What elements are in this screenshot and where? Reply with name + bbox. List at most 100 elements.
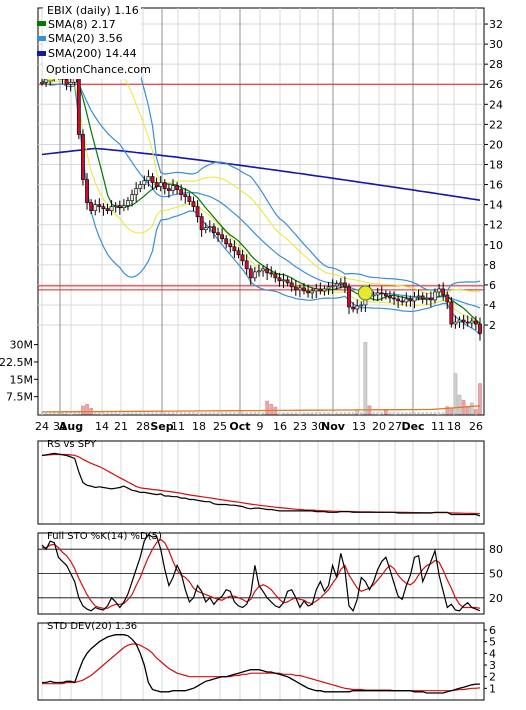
background-layer bbox=[37, 7, 485, 700]
volume-bar bbox=[290, 412, 294, 414]
candle-down bbox=[273, 273, 278, 279]
volume-bar bbox=[192, 412, 195, 414]
volume-bar bbox=[167, 412, 171, 414]
volume-bar bbox=[400, 412, 404, 414]
price-chart-title: EBIX (daily) 1.16 bbox=[47, 4, 139, 17]
volume-bar bbox=[216, 412, 220, 414]
candle-up bbox=[314, 288, 319, 292]
x-tick-label: 11 bbox=[431, 420, 445, 433]
candle-down bbox=[445, 294, 450, 303]
candle-down bbox=[379, 292, 384, 295]
x-tick-label: 14 bbox=[95, 420, 109, 433]
volume-bar bbox=[376, 412, 379, 414]
volume-bar bbox=[122, 412, 126, 414]
volume-bar bbox=[441, 412, 445, 414]
candle-down bbox=[248, 268, 253, 279]
volume-bar bbox=[302, 412, 306, 414]
candle-down bbox=[428, 297, 433, 301]
candle-down bbox=[212, 226, 216, 234]
candle-down bbox=[224, 238, 229, 245]
volume-bar bbox=[310, 412, 314, 414]
candle-down bbox=[285, 279, 290, 284]
candle-up bbox=[146, 176, 151, 181]
candle-up bbox=[113, 205, 118, 207]
signal-marker bbox=[357, 285, 373, 301]
price-tick-label: 8 bbox=[489, 259, 496, 272]
candle-down bbox=[277, 277, 282, 282]
candle-down bbox=[293, 286, 298, 291]
volume-bar bbox=[253, 412, 257, 414]
volume-bar bbox=[282, 412, 285, 414]
volume-bar bbox=[433, 412, 437, 414]
volume-bar bbox=[298, 412, 302, 414]
volume-bar bbox=[241, 412, 244, 414]
volume-bar bbox=[134, 412, 138, 414]
candle-down bbox=[162, 182, 167, 189]
candle-down bbox=[64, 78, 69, 85]
volume-spike-bar bbox=[81, 405, 85, 415]
legend-swatch-sma20 bbox=[37, 36, 46, 41]
volume-bar bbox=[159, 412, 163, 414]
candle-down bbox=[265, 268, 270, 274]
volume-bar bbox=[175, 412, 179, 414]
price-tick-label: 10 bbox=[489, 239, 503, 252]
stock-chart-svg: 246810121416182022242628303224 31Aug 14 21 2… bbox=[0, 4, 503, 701]
x-tick-label: 23 bbox=[293, 420, 307, 433]
candle-up bbox=[322, 288, 327, 292]
candle-up bbox=[109, 206, 114, 211]
candle-down bbox=[343, 282, 347, 288]
volume-bar bbox=[98, 412, 101, 414]
volume-bar bbox=[278, 412, 281, 414]
candle-up bbox=[261, 268, 265, 272]
volume-bar bbox=[429, 412, 433, 414]
x-tick-label: 16 bbox=[273, 420, 287, 433]
candle-up bbox=[207, 226, 212, 229]
volume-bar bbox=[245, 412, 248, 414]
x-tick-label: 25 bbox=[213, 420, 227, 433]
candle-down bbox=[117, 205, 122, 208]
candle-down bbox=[105, 208, 110, 211]
volume-bar bbox=[359, 412, 363, 414]
volume-bar bbox=[138, 412, 142, 414]
x-tick-label: Aug bbox=[59, 420, 83, 433]
candle-up bbox=[334, 283, 339, 287]
candle-down bbox=[175, 185, 179, 190]
x-tick-label: 18 bbox=[447, 420, 461, 433]
volume-bar bbox=[155, 412, 158, 414]
rs-panel-title: RS vs SPY bbox=[47, 439, 97, 450]
candle-up bbox=[416, 295, 421, 298]
candle-down bbox=[101, 206, 106, 209]
volume-bar bbox=[237, 412, 240, 414]
candle-down bbox=[216, 232, 220, 236]
volume-bar bbox=[188, 412, 191, 414]
candle-down bbox=[388, 295, 392, 299]
price-tick-label: 12 bbox=[489, 219, 503, 232]
candle-down bbox=[228, 243, 233, 248]
volume-bar bbox=[306, 412, 310, 414]
volume-spike-bar bbox=[269, 404, 274, 415]
volume-bar bbox=[208, 412, 212, 414]
volume-bar bbox=[196, 412, 199, 414]
x-tick-label: Nov bbox=[321, 420, 346, 433]
candle-down bbox=[289, 282, 294, 288]
volume-spike-bar bbox=[363, 342, 368, 415]
candle-up bbox=[433, 291, 437, 301]
volume-bar bbox=[380, 412, 384, 414]
candle-down bbox=[347, 286, 351, 308]
volume-bar bbox=[351, 412, 355, 414]
candle-down bbox=[240, 254, 245, 262]
volume-bar bbox=[233, 412, 236, 414]
candle-up bbox=[326, 286, 331, 290]
candle-down bbox=[183, 194, 188, 197]
legend-swatch-sma8 bbox=[37, 21, 46, 26]
candle-down bbox=[150, 176, 155, 183]
candle-down bbox=[396, 298, 401, 302]
candle-down bbox=[318, 288, 323, 292]
volume-bar bbox=[413, 412, 416, 414]
volume-bar bbox=[171, 412, 175, 414]
subpanel-background bbox=[38, 623, 484, 700]
candle-down bbox=[220, 234, 225, 240]
volume-bar bbox=[102, 412, 105, 414]
volume-bar bbox=[409, 412, 412, 414]
volume-bar bbox=[405, 412, 408, 414]
